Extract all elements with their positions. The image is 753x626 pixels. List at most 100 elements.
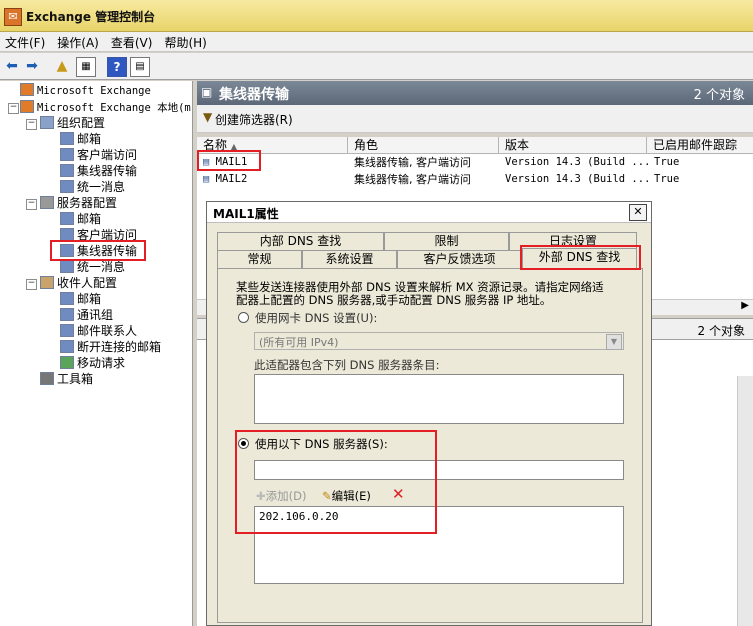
tree-item[interactable]: 邮箱 (60, 211, 101, 227)
window-title: Exchange 管理控制台 (26, 10, 156, 24)
dialog-title-bar: MAIL1属性 ✕ (207, 202, 651, 223)
collapse-toggle[interactable]: − (8, 103, 19, 114)
collapse-toggle[interactable]: − (26, 279, 37, 290)
collapse-toggle[interactable]: − (26, 199, 37, 210)
tree-node-icon (60, 308, 74, 321)
vertical-scrollbar[interactable] (737, 376, 753, 626)
tree-item-label: 邮箱 (77, 132, 102, 146)
properties-dialog: MAIL1属性 ✕ 内部 DNS 查找 限制 日志设置 常规 系统设置 客户反馈… (206, 201, 652, 626)
tree-node-icon (60, 180, 74, 193)
tree-item[interactable]: 集线器传输 (60, 163, 137, 179)
highlight-mail1 (197, 150, 261, 171)
row-version: Version 14.3 (Build ... (505, 173, 651, 185)
tree-node-icon (60, 324, 74, 337)
row-tracking: True (654, 156, 680, 168)
back-arrow-icon[interactable]: ⬅ (3, 57, 21, 75)
close-icon[interactable]: ✕ (629, 204, 647, 221)
tree-node-icon (60, 356, 74, 369)
tree-item-label: 客户端访问 (77, 148, 138, 162)
column-role[interactable]: 角色 (348, 137, 499, 154)
column-tracking[interactable]: 已启用邮件跟踪 (647, 137, 753, 154)
tree-item[interactable]: 邮箱 (60, 291, 101, 307)
tree-item[interactable]: Microsoft Exchange 本地(m (20, 99, 191, 115)
row-version: Version 14.3 (Build ... (505, 156, 651, 168)
tree-item[interactable]: 统一消息 (60, 179, 125, 195)
row-role: 集线器传输, 客户端访问 (354, 173, 471, 186)
row-tracking: True (654, 173, 680, 185)
description-line-2: 配器上配置的 DNS 服务器,或手动配置 DNS 服务器 IP 地址。 (236, 293, 552, 307)
forward-arrow-icon[interactable]: ➡ (23, 57, 41, 75)
tree-item-label: Microsoft Exchange (37, 85, 151, 97)
tree-node-icon (60, 212, 74, 225)
external-dns-panel: 某些发送连接器使用外部 DNS 设置来解析 MX 资源记录。请指定网络适 配器上… (217, 268, 643, 623)
tree-node-icon (40, 196, 54, 209)
tree-node-icon (40, 372, 54, 385)
help-icon[interactable]: ? (107, 57, 127, 77)
tree-item[interactable]: 组织配置 (40, 115, 105, 131)
tree-node-icon (60, 132, 74, 145)
tree-node-icon (40, 116, 54, 129)
tree-item-label: 服务器配置 (57, 196, 118, 210)
tree-item-label: 集线器传输 (77, 164, 138, 178)
menu-file[interactable]: 文件(F) (0, 32, 52, 51)
menu-help[interactable]: 帮助(H) (159, 32, 213, 51)
tree-item[interactable]: 断开连接的邮箱 (60, 339, 161, 355)
up-folder-icon[interactable]: ▲ (53, 57, 71, 75)
highlight-server-hub-transport (50, 240, 146, 261)
adapter-dns-list (254, 374, 624, 424)
tree-item[interactable]: 邮件联系人 (60, 323, 137, 339)
tree-item[interactable]: 服务器配置 (40, 195, 117, 211)
table-row[interactable]: ▤ MAIL2 (203, 171, 247, 188)
tree-item[interactable]: 邮箱 (60, 131, 101, 147)
adapter-select[interactable]: (所有可用 IPv4) ▼ (254, 332, 624, 350)
tree-item-label: Microsoft Exchange 本地(m (37, 102, 191, 114)
menu-bar: 文件(F) 操作(A) 查看(V) 帮助(H) (0, 32, 753, 52)
tree-node-icon (40, 276, 54, 289)
window-title-bar: ✉ Exchange 管理控制台 (0, 0, 753, 32)
tree-node-icon (60, 260, 74, 273)
menu-action[interactable]: 操作(A) (52, 32, 106, 51)
dialog-title: MAIL1属性 (213, 207, 279, 221)
tree-item-label: 邮箱 (77, 212, 102, 226)
tree-item[interactable]: Microsoft Exchange (20, 82, 151, 98)
tree-item[interactable]: 移动请求 (60, 355, 125, 371)
tree-item-label: 断开连接的邮箱 (77, 340, 162, 354)
tree-item-label: 工具箱 (57, 372, 94, 386)
tree-node-icon (20, 100, 34, 113)
create-filter-button[interactable]: 创建筛选器(R) (215, 111, 293, 128)
tree-item-label: 邮件联系人 (77, 324, 138, 338)
tree-node-icon (60, 164, 74, 177)
tree-item[interactable]: 收件人配置 (40, 275, 117, 291)
list-header: 名称 ▲ 角色 版本 已启用邮件跟踪 (197, 137, 753, 154)
result-pane-header: ▣ 集线器传输 2 个对象 (197, 81, 753, 105)
collapse-toggle[interactable]: − (26, 119, 37, 130)
show-tree-icon[interactable]: ▦ (76, 57, 96, 77)
show-action-pane-icon[interactable]: ▤ (130, 57, 150, 77)
hub-transport-icon: ▣ (201, 85, 213, 99)
tree-item[interactable]: 统一消息 (60, 259, 125, 275)
server-icon: ▤ (203, 173, 210, 185)
tab-customer-feedback[interactable]: 客户反馈选项 (397, 250, 522, 268)
adapter-dns-radio[interactable]: 使用网卡 DNS 设置(U): (238, 310, 377, 326)
tree-item[interactable]: 工具箱 (40, 371, 93, 387)
filter-icon[interactable]: ▼ (203, 110, 212, 124)
tree-item-label: 组织配置 (57, 116, 106, 130)
tree-node-icon (20, 83, 34, 96)
row-role: 集线器传输, 客户端访问 (354, 156, 471, 169)
tree-node-icon (60, 148, 74, 161)
menu-view[interactable]: 查看(V) (106, 32, 160, 51)
tree-item[interactable]: 客户端访问 (60, 147, 137, 163)
pane-title: 集线器传输 (219, 87, 289, 103)
highlight-custom-dns (235, 430, 437, 534)
adapter-list-label: 此适配器包含下列 DNS 服务器条目: (254, 358, 440, 372)
tab-system-settings[interactable]: 系统设置 (302, 250, 397, 268)
tree-item-label: 邮箱 (77, 292, 102, 306)
tree-item-label: 统一消息 (77, 260, 126, 274)
tree-item[interactable]: 通讯组 (60, 307, 113, 323)
tab-internal-dns[interactable]: 内部 DNS 查找 (217, 232, 384, 250)
tree-item-label: 统一消息 (77, 180, 126, 194)
highlight-external-dns-tab (520, 245, 641, 270)
tab-limits[interactable]: 限制 (384, 232, 509, 250)
column-version[interactable]: 版本 (499, 137, 647, 154)
tab-general[interactable]: 常规 (217, 250, 302, 268)
